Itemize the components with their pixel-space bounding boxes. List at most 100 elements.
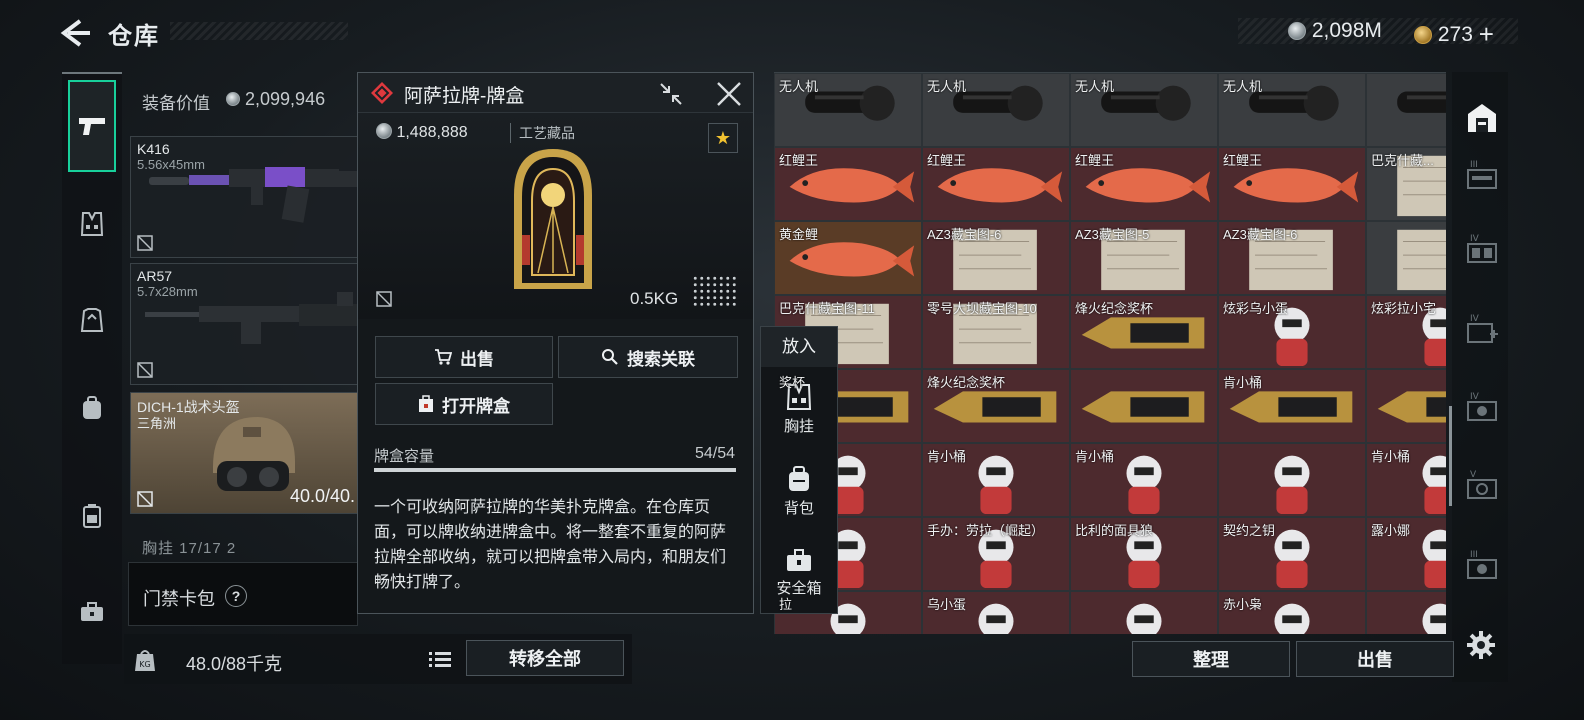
- grid-item[interactable]: 契约之钥: [1218, 517, 1366, 591]
- open-card-box-button[interactable]: 打开牌盒: [375, 383, 553, 425]
- grid-item[interactable]: [1366, 591, 1446, 634]
- grid-item[interactable]: 黄金鲤: [774, 221, 922, 295]
- carry-weight: 48.0/88千克: [186, 654, 283, 674]
- add-currency-icon[interactable]: +: [1479, 19, 1494, 49]
- item-weight: 0.5KG: [630, 289, 679, 308]
- gear-icon[interactable]: [1466, 630, 1496, 660]
- grid-item[interactable]: 无人机: [922, 73, 1070, 147]
- transfer-all-button[interactable]: 转移全部: [466, 640, 624, 676]
- grid-item-label: 红鲤王: [1223, 153, 1263, 168]
- grid-item[interactable]: 无人机: [774, 73, 922, 147]
- grid-item[interactable]: 烽火纪念奖杯: [922, 369, 1070, 443]
- primary-weapon-slot[interactable]: K416 5.56x45mm: [130, 136, 361, 258]
- put-into-backpack-label: 背包: [783, 500, 814, 517]
- grid-item[interactable]: 红鲤王: [774, 147, 922, 221]
- sell-button[interactable]: 出售: [375, 336, 553, 378]
- sell-button-label: 出售: [460, 349, 494, 369]
- grid-item[interactable]: 无人机: [1218, 73, 1366, 147]
- grid-item[interactable]: 手办：劳拉（崛起）: [922, 517, 1070, 591]
- helmet-slot[interactable]: DICH-1战术头盔 三角洲 40.0/40.: [130, 392, 360, 514]
- grid-scrollbar[interactable]: [1449, 406, 1452, 506]
- grid-item[interactable]: 肯小桶: [1218, 369, 1366, 443]
- grid-item[interactable]: [1218, 443, 1366, 517]
- arrange-button[interactable]: 整理: [1132, 641, 1290, 677]
- search-related-button[interactable]: 搜索关联: [558, 336, 738, 378]
- no-trade-icon: [137, 362, 153, 378]
- put-into-menu: 放入 胸挂 背包 安全箱: [760, 326, 838, 614]
- favorite-star-icon[interactable]: ★: [708, 123, 738, 153]
- grid-item[interactable]: [1070, 369, 1218, 443]
- grid-item-label: 红鲤王: [927, 153, 967, 168]
- put-into-vest-label: 胸挂: [783, 418, 814, 435]
- item-icon: [1397, 91, 1446, 113]
- page-title: 仓库: [108, 23, 160, 50]
- grid-item[interactable]: [1366, 221, 1446, 295]
- svg-text:V: V: [1470, 470, 1477, 480]
- storage-tab-6-icon[interactable]: V: [1464, 468, 1500, 504]
- keycard-pack[interactable]: 门禁卡包 ?: [128, 562, 358, 626]
- rail-backpack[interactable]: [68, 384, 116, 432]
- storage-tab-rail: III IV IV IV V III: [1452, 72, 1508, 682]
- grid-item[interactable]: AZ3藏宝图-6: [922, 221, 1070, 295]
- grid-item[interactable]: 炫彩拉小宅: [1366, 295, 1446, 369]
- storage-tab-3-icon[interactable]: IV: [1464, 232, 1500, 268]
- grid-item-label: 奖杯: [779, 375, 806, 390]
- grid-item-label: 巴克什藏宝图-11: [779, 301, 875, 316]
- put-into-safe-box[interactable]: 安全箱: [761, 539, 837, 609]
- storage-tab-2-icon[interactable]: III: [1464, 158, 1500, 194]
- weapon-name: K416: [137, 141, 170, 157]
- grid-item[interactable]: 肯小桶: [1070, 443, 1218, 517]
- grid-item[interactable]: [1366, 73, 1446, 147]
- no-trade-icon: [137, 235, 153, 251]
- secondary-weapon-slot[interactable]: AR57 5.7x28mm: [130, 263, 361, 385]
- backpack-icon: [83, 396, 101, 419]
- grid-item[interactable]: AZ3藏宝图-6: [1218, 221, 1366, 295]
- rail-vest[interactable]: [68, 200, 116, 248]
- sell-bottom-button[interactable]: 出售: [1296, 641, 1454, 677]
- rail-armor[interactable]: [68, 296, 116, 344]
- gold-currency[interactable]: 273 +: [1414, 19, 1494, 50]
- warehouse-home-icon[interactable]: [1464, 100, 1500, 136]
- collapse-icon[interactable]: [658, 81, 684, 107]
- grid-item[interactable]: 烽火纪念奖杯: [1070, 295, 1218, 369]
- item-price: 1,488,888: [376, 123, 468, 142]
- grid-item[interactable]: 无人机: [1070, 73, 1218, 147]
- grid-item[interactable]: 乌小蛋: [922, 591, 1070, 634]
- grid-item[interactable]: 肯小桶: [922, 443, 1070, 517]
- back-arrow-icon[interactable]: [58, 18, 92, 48]
- grid-item-label: 露小娜: [1371, 523, 1411, 538]
- storage-tab-7-icon[interactable]: III: [1464, 548, 1500, 584]
- grid-item[interactable]: AZ3藏宝图-5: [1070, 221, 1218, 295]
- grid-item-label: 巴克什藏...: [1371, 153, 1434, 168]
- close-icon[interactable]: [714, 79, 744, 109]
- grid-item[interactable]: 红鲤王: [922, 147, 1070, 221]
- grid-item-label: AZ3藏宝图-6: [1223, 227, 1298, 242]
- grid-item[interactable]: 肯小桶: [1366, 443, 1446, 517]
- grid-item[interactable]: 露小娜: [1366, 517, 1446, 591]
- silver-currency: 2,098M: [1288, 19, 1382, 43]
- rail-safe-box[interactable]: [68, 588, 116, 636]
- grid-item[interactable]: [1366, 369, 1446, 443]
- grid-item[interactable]: 红鲤王: [1070, 147, 1218, 221]
- grid-item[interactable]: 零号大坝藏宝图-10: [922, 295, 1070, 369]
- rail-weapons[interactable]: [68, 80, 116, 172]
- grid-item[interactable]: 比利的面具狼: [1070, 517, 1218, 591]
- list-icon[interactable]: [426, 646, 454, 672]
- grid-item[interactable]: 红鲤王: [1218, 147, 1366, 221]
- put-into-backpack[interactable]: 背包: [761, 457, 837, 527]
- grid-item[interactable]: 赤小枭: [1218, 591, 1366, 634]
- svg-text:III: III: [1470, 550, 1478, 560]
- grid-item[interactable]: [1070, 591, 1218, 634]
- storage-tab-4-icon[interactable]: IV: [1464, 312, 1500, 348]
- rifle-icon: [149, 167, 361, 223]
- storage-tab-5-icon[interactable]: IV: [1464, 390, 1500, 426]
- vest-slot-summary[interactable]: 胸挂 17/17 2: [142, 537, 236, 558]
- item-detail-popup: 阿萨拉牌-牌盒 1,488,888 工艺藏品 ★ 0.5KG 出售 搜索关联 打…: [357, 72, 754, 614]
- help-icon[interactable]: ?: [225, 585, 247, 607]
- grid-item[interactable]: 炫彩乌小蛋: [1218, 295, 1366, 369]
- no-trade-icon: [137, 491, 153, 507]
- grid-item[interactable]: 巴克什藏...: [1366, 147, 1446, 221]
- grid-item-label: 无人机: [779, 79, 819, 94]
- item-icon: [1422, 603, 1446, 634]
- rail-chest-rig[interactable]: [68, 492, 116, 540]
